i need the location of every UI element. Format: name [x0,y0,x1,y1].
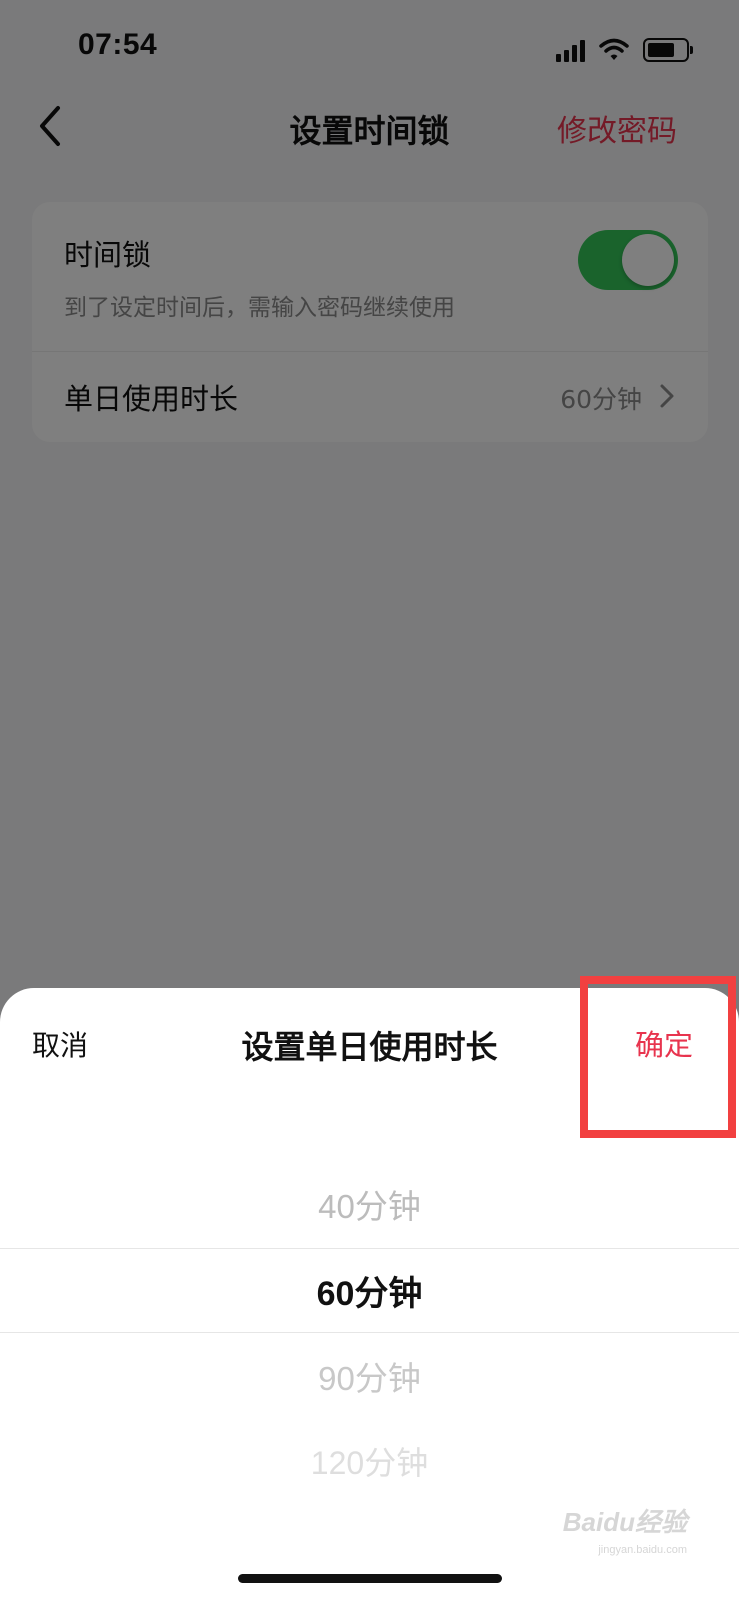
picker-option[interactable]: 90分钟 [0,1352,739,1400]
home-indicator [238,1574,502,1583]
duration-picker[interactable]: 40分钟 60分钟 90分钟 120分钟 [0,1158,739,1538]
picker-option[interactable]: 120分钟 [0,1438,739,1484]
picker-divider-top [0,1248,739,1249]
confirm-highlight-box [580,976,736,1138]
picker-option-selected[interactable]: 60分钟 [0,1266,739,1315]
picker-divider-bottom [0,1332,739,1333]
watermark-url: jingyan.baidu.com [598,1544,687,1556]
picker-option[interactable]: 40分钟 [0,1180,739,1228]
watermark-logo: Baidu经验 [562,1507,687,1537]
